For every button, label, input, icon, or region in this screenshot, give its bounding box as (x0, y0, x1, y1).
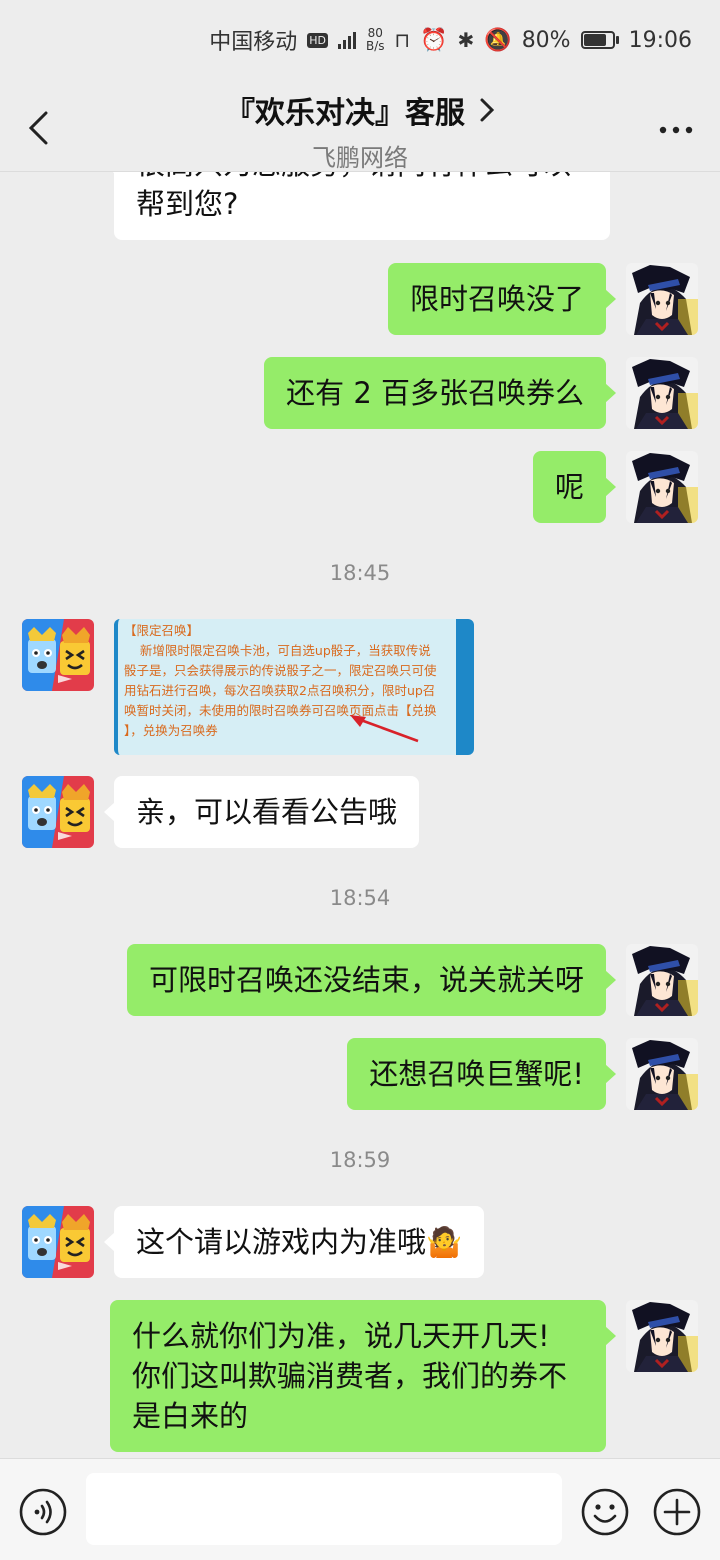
message-bubble[interactable]: 呢 (532, 451, 617, 523)
service-avatar[interactable] (22, 1206, 94, 1278)
timestamp: 18:59 (329, 1148, 391, 1172)
bluetooth-icon: ✱ (457, 28, 475, 52)
speed-unit: B/s (365, 39, 385, 53)
carrier-label: 中国移动 (209, 30, 298, 55)
battery-icon (580, 31, 619, 49)
message-input[interactable] (86, 1473, 562, 1545)
user-avatar[interactable] (626, 357, 698, 429)
user-avatar[interactable] (626, 451, 698, 523)
message-bubble[interactable]: 限时召唤没了 (387, 263, 617, 335)
alarm-icon: ⏰ (420, 27, 448, 53)
user-avatar[interactable] (626, 944, 698, 1016)
message-bubble[interactable]: 还想召唤巨蟹呢! (347, 1038, 616, 1110)
message-bubble[interactable]: 可限时召唤还没结束，说关就关呀 (126, 944, 617, 1016)
service-avatar[interactable] (22, 776, 94, 848)
mute-icon: 🔕 (484, 27, 512, 53)
red-arrow-icon (350, 715, 419, 743)
more-button[interactable] (656, 110, 696, 150)
message-bubble[interactable]: 亲，可以看看公告哦 (103, 776, 420, 848)
input-bar (0, 1458, 720, 1560)
plus-icon (653, 1488, 701, 1536)
service-avatar[interactable] (22, 619, 94, 691)
clock: 19:06 (628, 27, 692, 53)
image-message[interactable]: 【限定召唤】 新增限时限定召唤卡池，可自选up骰子，当获取传说 骰子是，只会获得… (114, 619, 474, 755)
status-bar: 中国移动 HD 80 B/s ⊓ ⏰ ✱ 🔕 80% 19:06 (0, 0, 720, 80)
smiley-icon (581, 1488, 629, 1536)
more-icon (659, 126, 693, 134)
user-avatar[interactable] (626, 1038, 698, 1110)
user-avatar[interactable] (626, 1300, 698, 1372)
network-speed: 80 B/s (366, 27, 385, 53)
battery-percent: 80% (521, 27, 571, 53)
message-bubble[interactable]: 很高兴为您服务，请问有什么可以 帮到您? (104, 172, 610, 240)
page-subtitle: 飞鹏网络 (312, 144, 408, 172)
voice-icon (19, 1488, 67, 1536)
page-title: 『欢乐对决』客服 (225, 96, 465, 131)
hd-voice-icon: ⊓ (394, 28, 411, 52)
timestamp: 18:45 (329, 561, 391, 585)
signal-icon (337, 31, 356, 49)
voice-button[interactable] (18, 1487, 68, 1537)
chevron-right-icon (480, 98, 495, 122)
speed-value: 80 (367, 26, 383, 40)
message-bubble[interactable]: 什么就你们为准，说几天开几天! 你们这叫欺骗消费者，我们的券不 是白来的 (110, 1300, 616, 1452)
user-avatar[interactable] (626, 263, 698, 335)
title-area[interactable]: 『欢乐对决』客服 飞鹏网络 (0, 88, 720, 173)
message-bubble[interactable]: 这个请以游戏内为准哦🤷 (103, 1206, 485, 1278)
hd-badge: HD (307, 32, 328, 48)
emoji-button[interactable] (580, 1487, 630, 1537)
chat-header: 『欢乐对决』客服 飞鹏网络 (0, 80, 720, 172)
timestamp: 18:54 (329, 886, 391, 910)
chat-area[interactable]: 很高兴为您服务，请问有什么可以 帮到您? 限时召唤没了 还有 2 百多张召唤券么… (0, 172, 720, 1458)
message-bubble[interactable]: 还有 2 百多张召唤券么 (264, 357, 616, 429)
more-actions-button[interactable] (652, 1487, 702, 1537)
